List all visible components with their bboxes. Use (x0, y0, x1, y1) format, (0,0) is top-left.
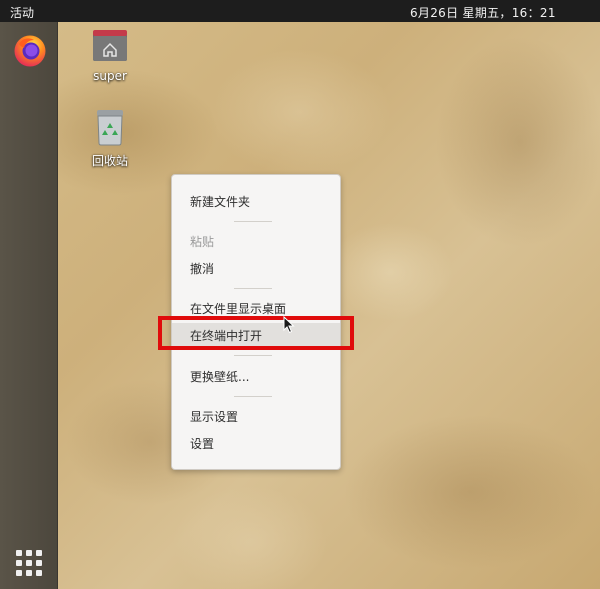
top-bar: 活动 6月26日 星期五，16：21 (0, 0, 600, 22)
home-folder-icon (93, 30, 127, 61)
clock[interactable]: 6月26日 星期五，16：21 (410, 4, 556, 21)
menu-separator (234, 396, 272, 397)
menu-separator (234, 221, 272, 222)
desktop-item-label: 回收站 (91, 154, 128, 168)
menu-item-new-folder[interactable]: 新建文件夹 (172, 189, 340, 215)
desktop-item-label: super (93, 69, 127, 83)
desktop-item-home[interactable]: super (75, 27, 145, 83)
menu-item-paste[interactable]: 粘贴 (172, 229, 340, 255)
menu-item-settings[interactable]: 设置 (172, 431, 340, 457)
menu-separator (234, 288, 272, 289)
activities-button[interactable]: 活动 (10, 4, 34, 21)
menu-separator (234, 355, 272, 356)
highlight-annotation (158, 316, 354, 350)
menu-item-display-settings[interactable]: 显示设置 (172, 404, 340, 430)
mouse-cursor-icon (283, 316, 295, 334)
desktop-item-trash[interactable]: 回收站 (75, 108, 145, 169)
app-grid-icon[interactable] (16, 550, 42, 576)
menu-item-change-wallpaper[interactable]: 更换壁纸... (172, 364, 340, 390)
menu-item-undo[interactable]: 撤消 (172, 256, 340, 282)
trash-icon (97, 110, 123, 146)
firefox-icon[interactable] (13, 34, 47, 68)
dock (0, 22, 58, 589)
